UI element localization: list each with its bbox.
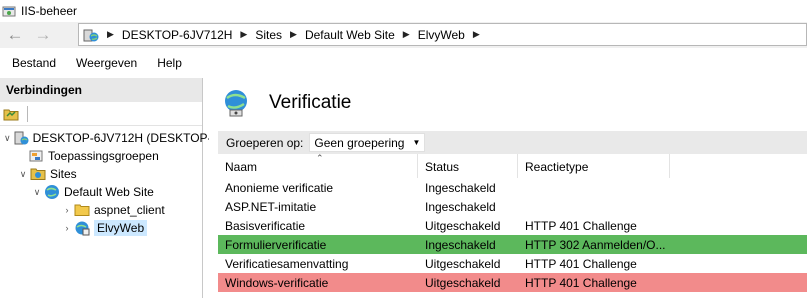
chevron-down-icon[interactable]: ∨	[18, 169, 28, 180]
column-header-reactietype[interactable]: Reactietype	[518, 154, 670, 178]
cell-response: HTTP 302 Aanmelden/O...	[525, 237, 666, 252]
tree-node-default-web-site[interactable]: ∨ Default Web Site	[0, 183, 202, 201]
cell-status: Ingeschakeld	[425, 199, 496, 214]
breadcrumb-server[interactable]: DESKTOP-6JV712H	[122, 28, 233, 42]
menu-bar: Bestand Weergeven Help	[0, 52, 807, 74]
address-bar[interactable]: ▶ DESKTOP-6JV712H ▶ Sites ▶ Default Web …	[78, 23, 807, 46]
column-header-status[interactable]: Status	[418, 154, 518, 178]
cell-name: Formulierverificatie	[225, 237, 327, 252]
connections-tree: ∨ DESKTOP-6JV712H (DESKTOP- Toepassingsg…	[0, 126, 212, 237]
cell-status: Uitgeschakeld	[425, 256, 501, 271]
iis-app-icon	[2, 6, 16, 17]
page-header: Verificatie	[209, 78, 807, 128]
table-row[interactable]: Basisverificatie Uitgeschakeld HTTP 401 …	[218, 216, 807, 235]
chevron-down-icon[interactable]: ∨	[32, 187, 42, 198]
tree-node-app-pools[interactable]: Toepassingsgroepen	[0, 147, 202, 165]
server-globe-icon	[83, 29, 99, 41]
page-title: Verificatie	[269, 92, 352, 113]
tree-label-default-web-site: Default Web Site	[64, 185, 154, 199]
tree-label-elvyweb: ElvyWeb	[94, 220, 148, 236]
cell-status: Uitgeschakeld	[425, 218, 501, 233]
toolbar-divider	[27, 105, 28, 122]
server-icon	[14, 131, 29, 145]
cell-status: Uitgeschakeld	[425, 275, 501, 290]
navigation-bar: ← → ▶ DESKTOP-6JV712H ▶ Sites ▶ Default …	[0, 22, 807, 48]
table-row[interactable]: Formulierverificatie Ingeschakeld HTTP 3…	[218, 235, 807, 254]
app-pools-icon	[29, 150, 43, 162]
folder-icon	[74, 204, 90, 216]
group-by-select[interactable]: Geen groepering ▼	[309, 133, 426, 152]
column-header-naam[interactable]: ⌃ Naam	[218, 153, 418, 178]
sites-folder-icon	[30, 168, 46, 180]
tree-node-sites[interactable]: ∨ Sites	[0, 165, 202, 183]
main-pane: Verificatie Groeperen op: Geen groeperin…	[209, 78, 807, 298]
title-bar: IIS-beheer	[0, 0, 807, 22]
tree-node-elvyweb[interactable]: › ElvyWeb	[0, 219, 202, 237]
breadcrumb-default-web-site[interactable]: Default Web Site	[305, 28, 395, 42]
cell-name: ASP.NET-imitatie	[225, 199, 317, 214]
sort-ascending-icon: ⌃	[316, 153, 324, 163]
chevron-down-icon[interactable]: ∨	[4, 133, 11, 144]
chevron-right-icon: ▶	[290, 29, 297, 39]
tree-label-server: DESKTOP-6JV712H (DESKTOP-	[32, 131, 212, 145]
column-label-reactietype: Reactietype	[525, 160, 589, 174]
cell-name: Verificatiesamenvatting	[225, 256, 349, 271]
column-label-naam: Naam	[225, 160, 258, 174]
cell-response: HTTP 401 Challenge	[525, 275, 637, 290]
tree-node-server[interactable]: ∨ DESKTOP-6JV712H (DESKTOP-	[0, 129, 212, 147]
cell-status: Ingeschakeld	[425, 237, 496, 252]
breadcrumb-elvyweb[interactable]: ElvyWeb	[418, 28, 465, 42]
chevron-right-icon: ▶	[472, 29, 480, 39]
connect-folder-icon[interactable]	[3, 107, 19, 121]
connections-pane: Verbindingen ∨ DESKTOP-6JV712H (DESKTOP-…	[0, 78, 212, 298]
breadcrumb-sites[interactable]: Sites	[255, 28, 282, 42]
window-title: IIS-beheer	[21, 4, 78, 18]
tree-node-aspnet-client[interactable]: › aspnet_client	[0, 201, 202, 219]
table-row[interactable]: Windows-verificatie Uitgeschakeld HTTP 4…	[218, 273, 807, 292]
column-label-status: Status	[425, 160, 460, 174]
tree-label-app-pools: Toepassingsgroepen	[48, 149, 159, 163]
cell-name: Basisverificatie	[225, 218, 306, 233]
chevron-right-icon: ▶	[240, 29, 248, 39]
chevron-right-icon: ▶	[402, 29, 410, 39]
globe-icon	[45, 185, 59, 199]
table-row[interactable]: Anonieme verificatie Ingeschakeld	[218, 178, 807, 197]
menu-weergeven[interactable]: Weergeven	[66, 56, 147, 70]
cell-name: Anonieme verificatie	[225, 180, 334, 195]
connections-header: Verbindingen	[0, 78, 202, 102]
cell-status: Ingeschakeld	[425, 180, 496, 195]
connections-toolbar	[0, 102, 202, 126]
group-by-label: Groeperen op:	[226, 135, 304, 150]
cell-name: Windows-verificatie	[225, 275, 329, 290]
authentication-globe-icon	[225, 90, 247, 117]
dropdown-arrow-icon: ▼	[412, 138, 421, 147]
tree-label-sites: Sites	[50, 167, 77, 181]
cell-response: HTTP 401 Challenge	[525, 218, 637, 233]
arrow-left-icon[interactable]: ←	[4, 24, 26, 46]
cell-response: HTTP 401 Challenge	[525, 256, 637, 271]
table-row[interactable]: Verificatiesamenvatting Uitgeschakeld HT…	[218, 254, 807, 273]
authentication-table: ⌃ Naam Status Reactietype Anonieme verif…	[218, 153, 807, 292]
chevron-right-icon: ▶	[107, 29, 114, 39]
group-by-bar: Groeperen op: Geen groepering ▼	[218, 131, 807, 154]
chevron-right-icon[interactable]: ›	[62, 223, 72, 233]
web-app-icon	[75, 221, 90, 236]
group-by-value: Geen groepering	[314, 135, 405, 150]
table-row[interactable]: ASP.NET-imitatie Ingeschakeld	[218, 197, 807, 216]
menu-bestand[interactable]: Bestand	[0, 56, 66, 70]
menu-help[interactable]: Help	[147, 56, 192, 70]
table-header: ⌃ Naam Status Reactietype	[218, 153, 807, 178]
tree-label-aspnet-client: aspnet_client	[94, 203, 165, 217]
arrow-right-icon[interactable]: →	[32, 24, 54, 46]
chevron-right-icon[interactable]: ›	[62, 205, 72, 215]
